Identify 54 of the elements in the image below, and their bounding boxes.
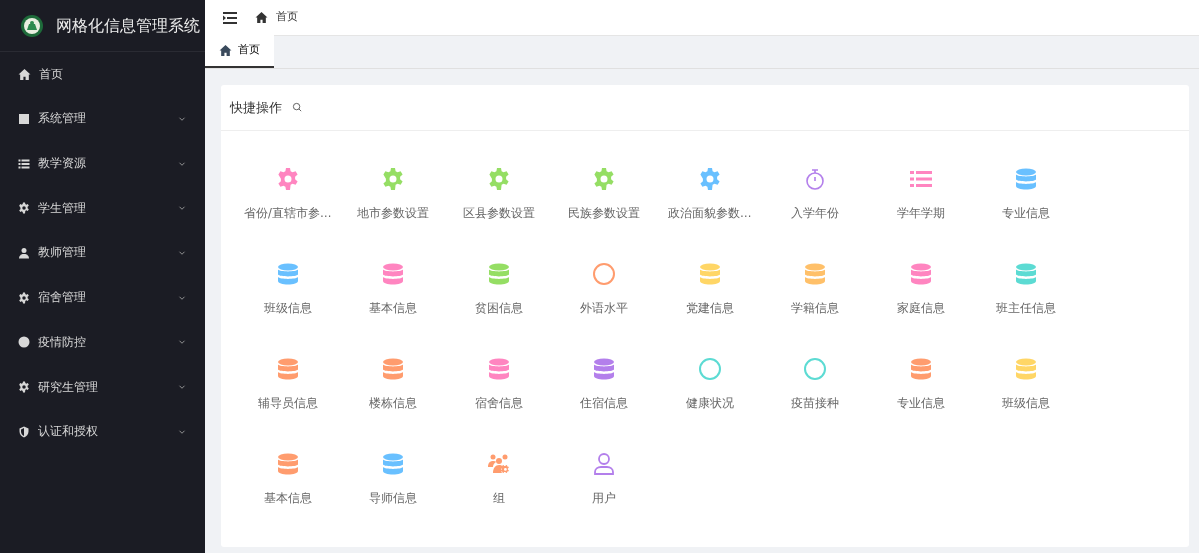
settings-icon <box>18 381 30 394</box>
sidebar-item[interactable]: 教师管理 <box>0 230 205 276</box>
shortcut-item[interactable]: 组 <box>446 452 552 547</box>
shortcut-item[interactable]: 班级信息 <box>235 262 341 357</box>
shortcut-item[interactable]: 民族参数设置 <box>551 167 657 262</box>
card-title: 快捷操作 <box>230 98 282 117</box>
settings-icon <box>18 291 30 304</box>
tab[interactable]: 首页 <box>205 35 274 68</box>
sidebar-item[interactable]: 学生管理 <box>0 186 205 231</box>
shortcut-item[interactable]: 用户 <box>551 452 657 547</box>
shortcut-item[interactable]: 基本信息 <box>340 262 446 357</box>
shortcut-item[interactable]: 省份/直辖市参… <box>235 167 341 262</box>
sidebar-item[interactable]: 认证和授权 <box>0 409 205 455</box>
shield-icon <box>18 425 30 438</box>
shortcut-item[interactable]: 入学年份 <box>762 167 868 262</box>
settings-icon <box>18 202 30 215</box>
shortcut-item[interactable]: 专业信息 <box>868 357 974 452</box>
app-title: 网格化信息管理系统 <box>56 14 200 37</box>
shortcut-item[interactable]: 健康状况 <box>657 357 763 452</box>
shortcut-item[interactable]: 班主任信息 <box>973 262 1079 357</box>
list-icon <box>18 157 30 170</box>
shortcut-item[interactable]: 基本信息 <box>235 452 341 547</box>
search-icon <box>292 102 303 113</box>
shortcut-item[interactable]: 导师信息 <box>340 452 446 547</box>
sidebar-item[interactable]: 系统管理 <box>0 96 205 142</box>
shortcut-item[interactable]: 政治面貌参数… <box>657 167 763 262</box>
shortcut-item[interactable]: 地市参数设置 <box>340 167 446 262</box>
breadcrumb-item[interactable]: 首页 <box>276 9 298 26</box>
sidebar-item[interactable]: 疫情防控 <box>0 320 205 365</box>
sidebar-item[interactable]: 研究生管理 <box>0 364 205 410</box>
sidebar-item[interactable]: 宿舍管理 <box>0 275 205 321</box>
shortcut-item[interactable]: 宿舍信息 <box>446 357 552 452</box>
shortcut-item[interactable]: 楼栋信息 <box>340 357 446 452</box>
shortcut-item[interactable]: 家庭信息 <box>868 262 974 357</box>
square-icon <box>18 113 30 126</box>
home-icon <box>255 11 268 24</box>
shortcut-item[interactable]: 学籍信息 <box>762 262 868 357</box>
shortcut-item[interactable]: 贫困信息 <box>446 262 552 357</box>
home-icon <box>18 67 31 81</box>
shortcut-item[interactable]: 学年学期 <box>868 167 974 262</box>
shortcut-item[interactable]: 外语水平 <box>551 262 657 357</box>
shortcut-item[interactable]: 区县参数设置 <box>446 167 552 262</box>
logo-icon <box>20 13 44 38</box>
shortcut-item[interactable]: 辅导员信息 <box>235 357 341 452</box>
shortcut-item[interactable]: 党建信息 <box>657 262 763 357</box>
sidebar-item[interactable]: 教学资源 <box>0 141 205 187</box>
circle-icon <box>18 336 30 349</box>
sidebar-item[interactable]: 首页 <box>0 52 205 97</box>
shortcut-item[interactable]: 班级信息 <box>973 357 1079 452</box>
shortcut-item[interactable]: 住宿信息 <box>551 357 657 452</box>
shortcut-item[interactable]: 专业信息 <box>973 167 1079 262</box>
home-icon <box>219 44 232 57</box>
shortcut-item[interactable]: 疫苗接种 <box>762 357 868 452</box>
user-icon <box>18 247 30 260</box>
